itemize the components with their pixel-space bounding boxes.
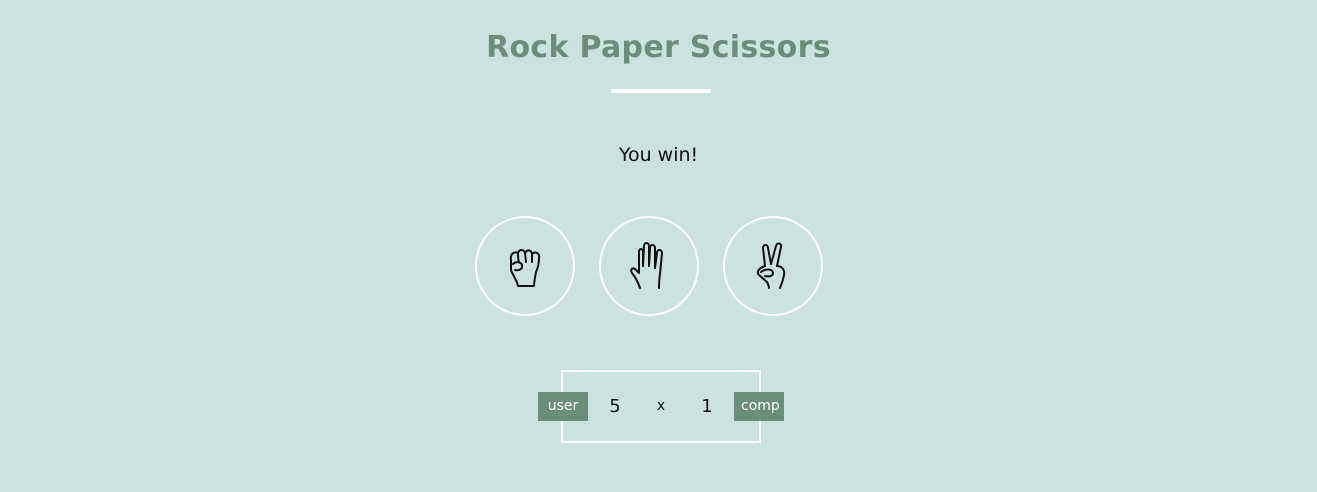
game-container: Rock Paper Scissors You win! user 5 x 1 … <box>0 0 1317 492</box>
user-score: 5 <box>609 396 621 417</box>
rock-hand-icon <box>509 249 541 287</box>
title-underline <box>611 89 711 93</box>
result-message: You win! <box>618 144 699 166</box>
rock-choice-button[interactable] <box>475 216 575 316</box>
user-badge: user <box>538 392 588 421</box>
comp-badge: comp <box>734 392 784 421</box>
scissors-choice-button[interactable] <box>723 216 823 316</box>
comp-score: 1 <box>701 396 713 417</box>
paper-hand-icon <box>630 242 663 289</box>
scissors-hand-icon <box>756 242 786 289</box>
score-separator: x <box>656 398 666 414</box>
page-title: Rock Paper Scissors <box>486 30 831 65</box>
paper-choice-button[interactable] <box>599 216 699 316</box>
